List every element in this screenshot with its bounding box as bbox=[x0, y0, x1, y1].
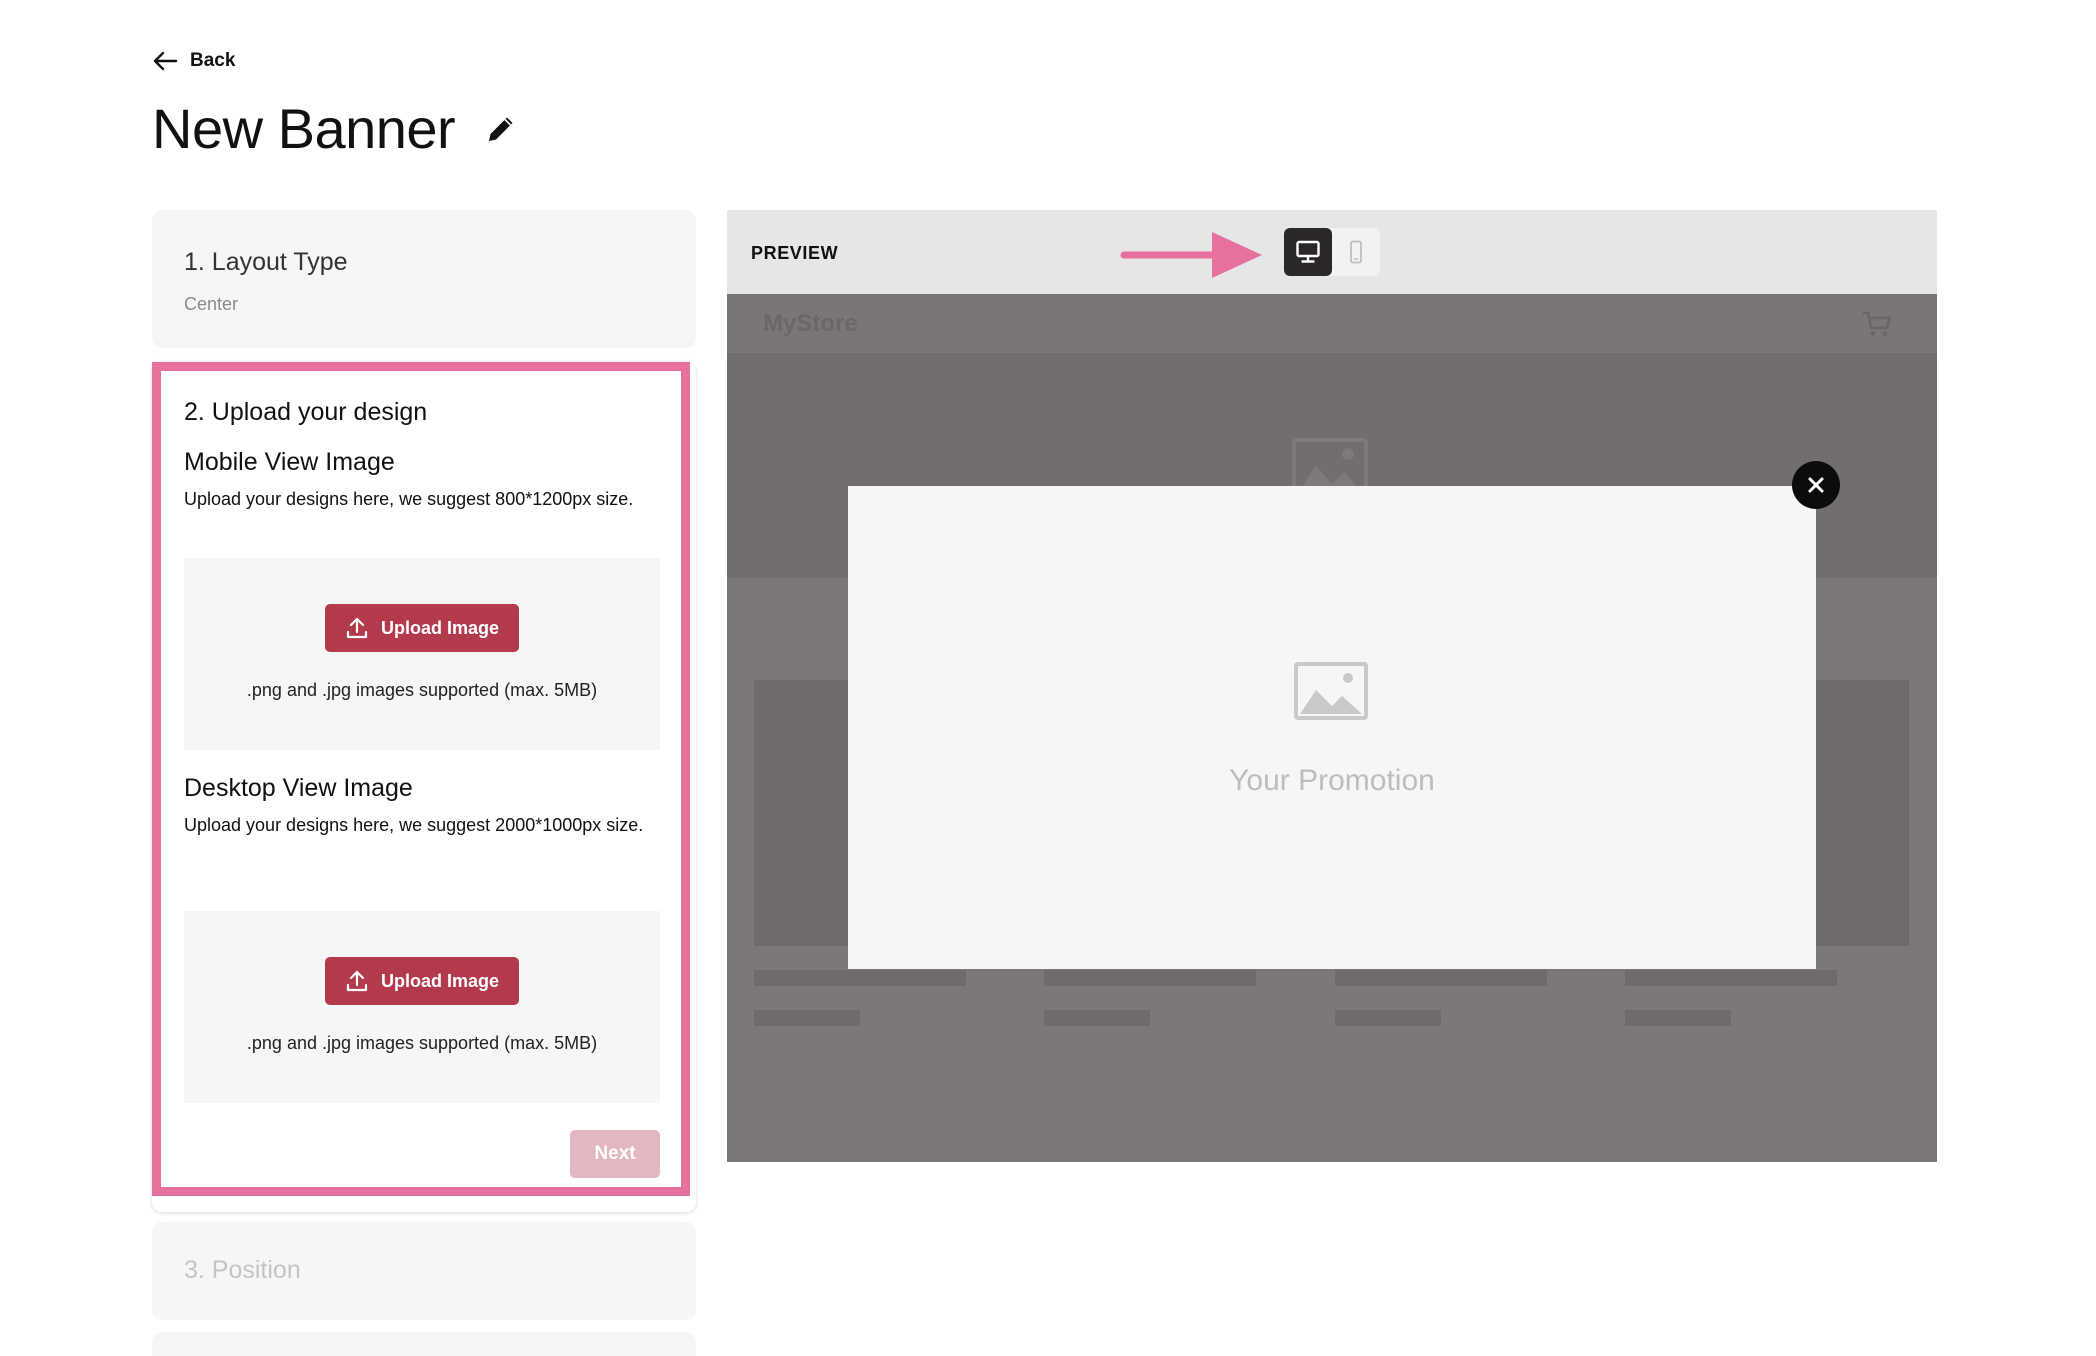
supported-formats-text: .png and .jpg images supported (max. 5MB… bbox=[246, 680, 598, 700]
product-price-placeholder bbox=[1044, 1010, 1150, 1026]
mobile-icon bbox=[1350, 240, 1362, 264]
cart-icon bbox=[1863, 311, 1892, 336]
device-toggle bbox=[1284, 228, 1380, 276]
desktop-upload-button[interactable]: Upload Image bbox=[325, 957, 519, 1005]
preview-label: PREVIEW bbox=[751, 243, 839, 263]
mobile-image-dropzone[interactable]: Upload Image .png and .jpg images suppor… bbox=[184, 558, 660, 750]
step-upload-design: 2. Upload your design Mobile View Image … bbox=[152, 362, 696, 1212]
step-next-card[interactable] bbox=[152, 1332, 696, 1356]
upload-button-label: Upload Image bbox=[380, 617, 500, 638]
step-title: 1. Layout Type bbox=[184, 248, 348, 276]
desktop-view-button[interactable] bbox=[1284, 228, 1332, 276]
title-row: New Banner bbox=[152, 96, 519, 161]
banner-editor-page: Back New Banner 1. Layout Type Center 2.… bbox=[0, 0, 2096, 1356]
promotion-text: Your Promotion bbox=[1229, 764, 1435, 797]
mobile-upload-button[interactable]: Upload Image bbox=[325, 604, 519, 652]
back-label: Back bbox=[190, 50, 236, 71]
desktop-image-description: Upload your designs here, we suggest 200… bbox=[184, 815, 644, 835]
product-title-placeholder bbox=[754, 970, 966, 986]
store-name: MyStore bbox=[763, 310, 858, 337]
image-placeholder-icon bbox=[1294, 662, 1368, 720]
product-price-placeholder bbox=[1335, 1010, 1441, 1026]
mobile-image-title: Mobile View Image bbox=[184, 448, 395, 476]
product-title-placeholder bbox=[1335, 970, 1547, 986]
promotion-modal: Your Promotion bbox=[848, 486, 1816, 969]
upload-button-label: Upload Image bbox=[380, 970, 500, 991]
step-layout-type[interactable]: 1. Layout Type Center bbox=[152, 210, 696, 348]
product-price-placeholder bbox=[754, 1010, 860, 1026]
pencil-icon[interactable] bbox=[483, 111, 519, 147]
step-title: 3. Position bbox=[184, 1256, 301, 1284]
close-icon bbox=[1808, 477, 1824, 493]
preview-toolbar: PREVIEW bbox=[727, 210, 1937, 294]
upload-icon bbox=[346, 970, 368, 992]
desktop-icon bbox=[1296, 240, 1320, 263]
product-title-placeholder bbox=[1044, 970, 1256, 986]
close-modal-button[interactable] bbox=[1792, 461, 1840, 509]
step-position[interactable]: 3. Position bbox=[152, 1222, 696, 1320]
step-value: Center bbox=[184, 294, 239, 314]
preview-panel: PREVIEW MyStore Your Promotion bbox=[727, 210, 1937, 1162]
store-header: MyStore bbox=[727, 294, 1937, 354]
desktop-image-dropzone[interactable]: Upload Image .png and .jpg images suppor… bbox=[184, 911, 660, 1103]
desktop-image-title: Desktop View Image bbox=[184, 774, 413, 802]
mobile-image-description: Upload your designs here, we suggest 800… bbox=[184, 489, 634, 509]
arrow-right-annotation-icon bbox=[1120, 232, 1262, 278]
mobile-view-button[interactable] bbox=[1332, 228, 1380, 276]
page-title: New Banner bbox=[152, 97, 456, 160]
product-price-placeholder bbox=[1625, 1010, 1731, 1026]
arrow-left-icon bbox=[153, 51, 178, 71]
back-link[interactable]: Back bbox=[152, 50, 235, 72]
product-title-placeholder bbox=[1625, 970, 1837, 986]
step-title: 2. Upload your design bbox=[184, 398, 428, 426]
supported-formats-text: .png and .jpg images supported (max. 5MB… bbox=[246, 1033, 598, 1053]
next-button[interactable]: Next bbox=[570, 1130, 660, 1178]
upload-icon bbox=[346, 617, 368, 639]
